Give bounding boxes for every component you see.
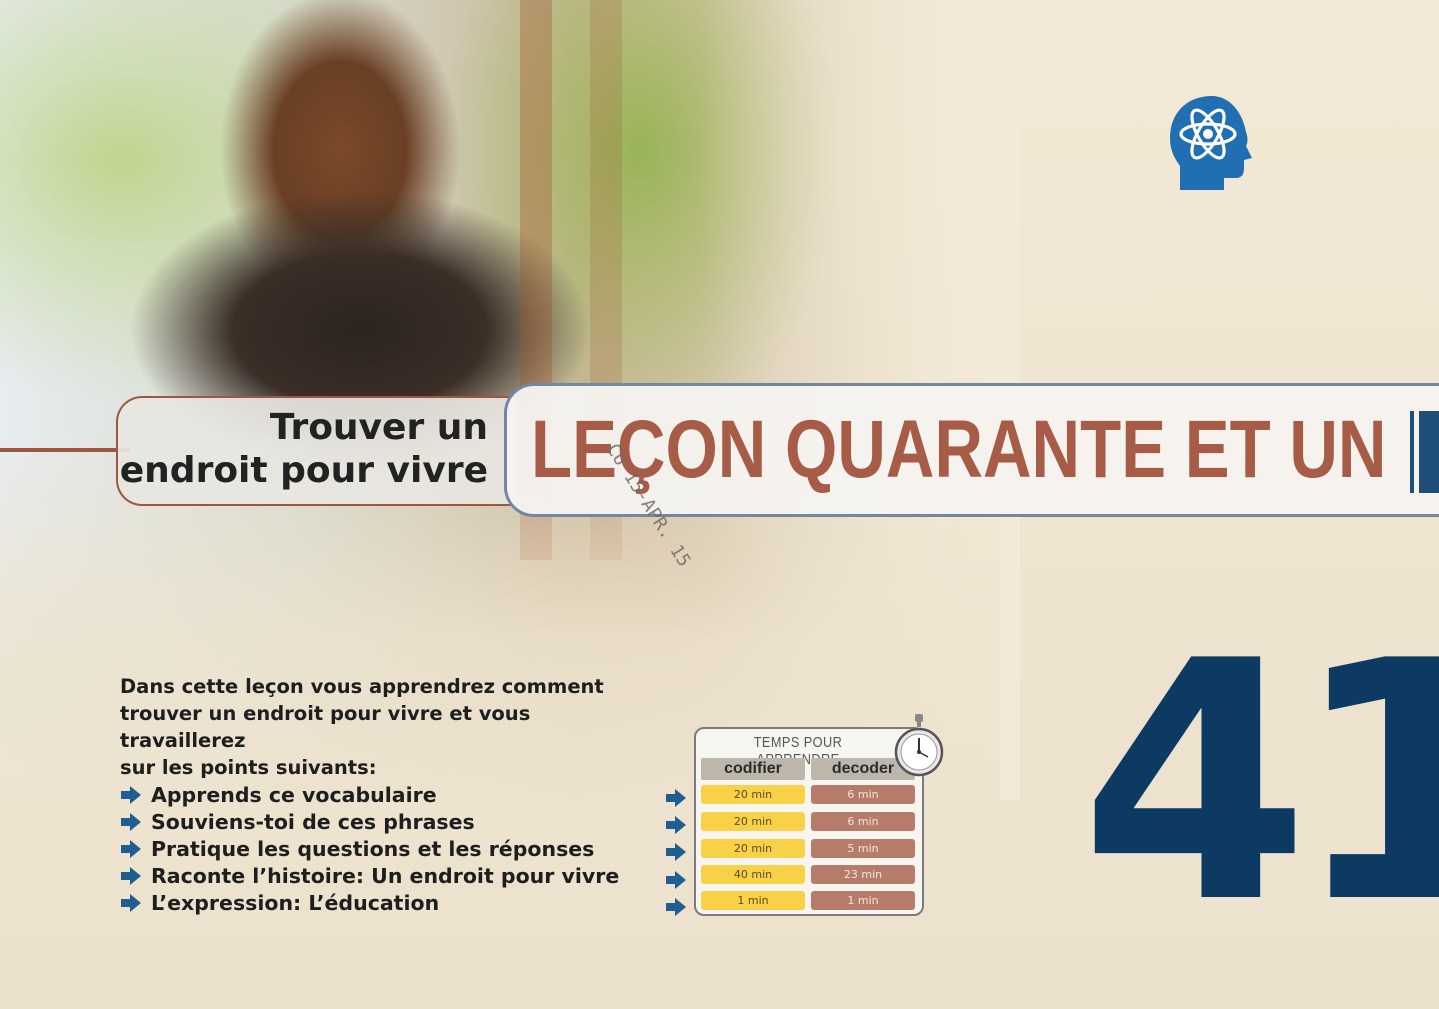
list-item: L’expression: L’éducation — [120, 890, 619, 917]
arrow-right-icon — [666, 816, 686, 834]
arrow-right-icon — [666, 789, 686, 807]
decoder-cell: 6 min — [811, 785, 915, 804]
list-item: Souviens-toi de ces phrases — [120, 808, 619, 835]
title-accent-bar — [1419, 411, 1439, 493]
topic-label: Apprends ce vocabulaire — [151, 782, 437, 807]
decoder-cell: 5 min — [811, 839, 915, 858]
topic-label: Raconte l’histoire: Un endroit pour vivr… — [151, 864, 620, 889]
codifier-cell: 40 min — [701, 865, 805, 884]
subtitle-line: endroit pour vivre — [119, 450, 488, 491]
arrow-right-icon — [121, 812, 141, 831]
topic-label: Pratique les questions et les réponses — [151, 836, 595, 861]
decoder-cell: 6 min — [811, 812, 915, 831]
codifier-cell: 20 min — [701, 812, 805, 831]
lesson-number: 41 — [1080, 591, 1439, 975]
topic-label: L’expression: L’éducation — [151, 891, 440, 916]
stopwatch-icon — [894, 714, 944, 777]
lesson-title: LEÇON QUARANTE ET UN — [531, 404, 1387, 495]
intro-line: Dans cette leçon vous apprendrez comment — [120, 675, 604, 698]
subtitle-box: Trouver un endroit pour vivre — [116, 396, 516, 506]
brain-atom-logo-icon — [1170, 96, 1252, 190]
arrow-right-icon — [121, 894, 141, 913]
codifier-cell: 20 min — [701, 785, 805, 804]
arrow-right-icon — [666, 898, 686, 916]
subtitle-line: Trouver un — [269, 407, 488, 448]
list-item: Raconte l’histoire: Un endroit pour vivr… — [120, 863, 619, 890]
list-item: Pratique les questions et les réponses — [120, 835, 619, 862]
intro-line: trouver un endroit pour vivre et vous tr… — [120, 702, 531, 752]
lesson-subtitle: Trouver un endroit pour vivre — [120, 406, 488, 492]
codifier-cell: 20 min — [701, 839, 805, 858]
arrow-right-icon — [121, 785, 141, 804]
decorative-line — [0, 448, 130, 452]
intro-text: Dans cette leçon vous apprendrez comment… — [120, 673, 640, 781]
column-header-codifier: codifier — [701, 758, 805, 780]
intro-line: sur les points suivants: — [120, 756, 377, 779]
topic-list: Apprends ce vocabulaire Souviens-toi de … — [120, 781, 619, 917]
decoder-cell: 1 min — [811, 891, 915, 910]
arrow-right-icon — [666, 843, 686, 861]
title-accent-bar — [1410, 411, 1414, 493]
list-item: Apprends ce vocabulaire — [120, 781, 619, 808]
arrow-right-icon — [121, 867, 141, 886]
codifier-cell: 1 min — [701, 891, 805, 910]
arrow-right-icon — [121, 839, 141, 858]
time-to-learn-table: TEMPS POUR APPRENDRE codifier decoder 20… — [694, 727, 924, 916]
topic-label: Souviens-toi de ces phrases — [151, 809, 475, 834]
arrow-right-icon — [666, 871, 686, 889]
decoder-cell: 23 min — [811, 865, 915, 884]
